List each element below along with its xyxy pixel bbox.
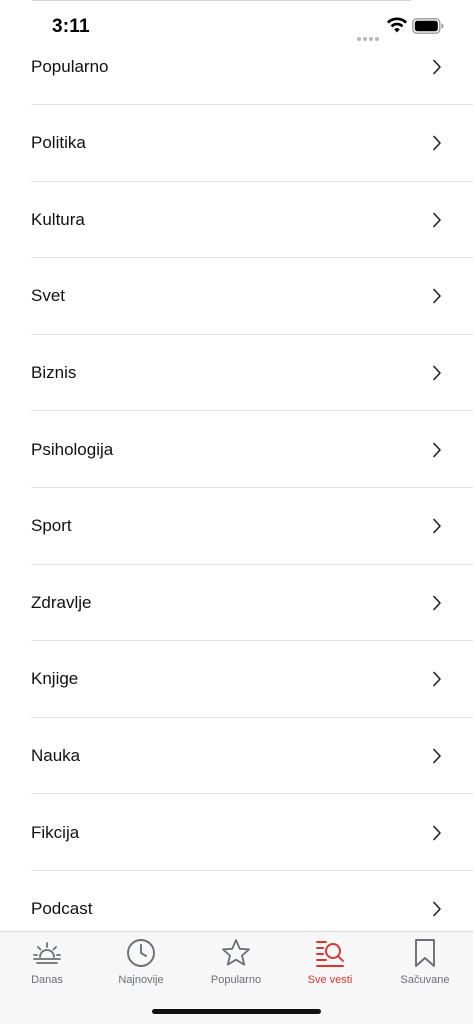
clock-icon [127, 939, 155, 967]
category-label: Nauka [31, 746, 81, 766]
tab-label: Danas [31, 974, 63, 986]
tab-najnovije[interactable]: Najnovije [94, 937, 188, 995]
chevron-right-icon [433, 901, 441, 917]
signal-dots-icon [357, 28, 381, 41]
chevron-right-icon [433, 365, 441, 381]
category-row-svet[interactable]: Svet [0, 258, 473, 335]
category-list: Popularno Politika Kultura Svet Biznis P… [0, 29, 473, 948]
category-label: Kultura [31, 209, 85, 229]
chevron-right-icon [433, 289, 441, 304]
screen: 3:11 Popularno Politika Kultura Svet Biz… [0, 0, 473, 1024]
list-search-icon [316, 941, 344, 967]
sunrise-icon [33, 942, 61, 964]
category-label: Psihologija [31, 439, 114, 459]
top-divider [32, 0, 411, 1]
chevron-right-icon [433, 135, 441, 151]
category-row-politika[interactable]: Politika [0, 105, 473, 182]
tab-popularno[interactable]: Popularno [189, 937, 283, 995]
category-row-sport[interactable]: Sport [0, 488, 473, 565]
tab-sacuvane[interactable]: Sačuvane [378, 937, 472, 995]
status-time: 3:11 [52, 16, 90, 37]
category-row-biznis[interactable]: Biznis [0, 335, 473, 412]
wifi-icon [387, 17, 407, 33]
category-row-psihologija[interactable]: Psihologija [0, 411, 473, 488]
category-row-kultura[interactable]: Kultura [0, 182, 473, 259]
category-row-fikcija[interactable]: Fikcija [0, 794, 473, 871]
battery-icon [412, 18, 444, 34]
tab-label: Popularno [210, 974, 262, 986]
bookmark-icon [415, 939, 435, 967]
category-row-zdravlje[interactable]: Zdravlje [0, 565, 473, 642]
status-bar: 3:11 [0, 0, 473, 52]
chevron-right-icon [433, 518, 441, 534]
chevron-right-icon [433, 825, 441, 840]
chevron-right-icon [433, 59, 441, 75]
category-label: Biznis [31, 363, 77, 383]
tab-sve-vesti[interactable]: Sve vesti [283, 937, 377, 995]
category-row-nauka[interactable]: Nauka [0, 718, 473, 795]
tab-label: Sve vesti [307, 974, 353, 986]
home-indicator[interactable] [152, 1009, 321, 1014]
category-label: Sport [31, 516, 72, 536]
chevron-right-icon [433, 212, 441, 228]
category-label: Popularno [31, 57, 109, 76]
category-label: Knjige [31, 669, 79, 689]
category-row-knjige[interactable]: Knjige [0, 641, 473, 718]
category-label: Zdravlje [31, 592, 92, 612]
chevron-right-icon [433, 672, 441, 687]
chevron-right-icon [433, 595, 441, 611]
chevron-right-icon [433, 442, 441, 457]
category-label: Fikcija [31, 822, 80, 842]
category-label: Svet [31, 286, 66, 306]
category-label: Podcast [31, 899, 93, 919]
tab-danas[interactable]: Danas [0, 937, 94, 995]
tab-label: Sačuvane [400, 974, 450, 986]
star-icon [222, 939, 250, 966]
tab-label: Najnovije [118, 974, 164, 986]
chevron-right-icon [433, 748, 441, 764]
category-label: Politika [31, 133, 86, 153]
